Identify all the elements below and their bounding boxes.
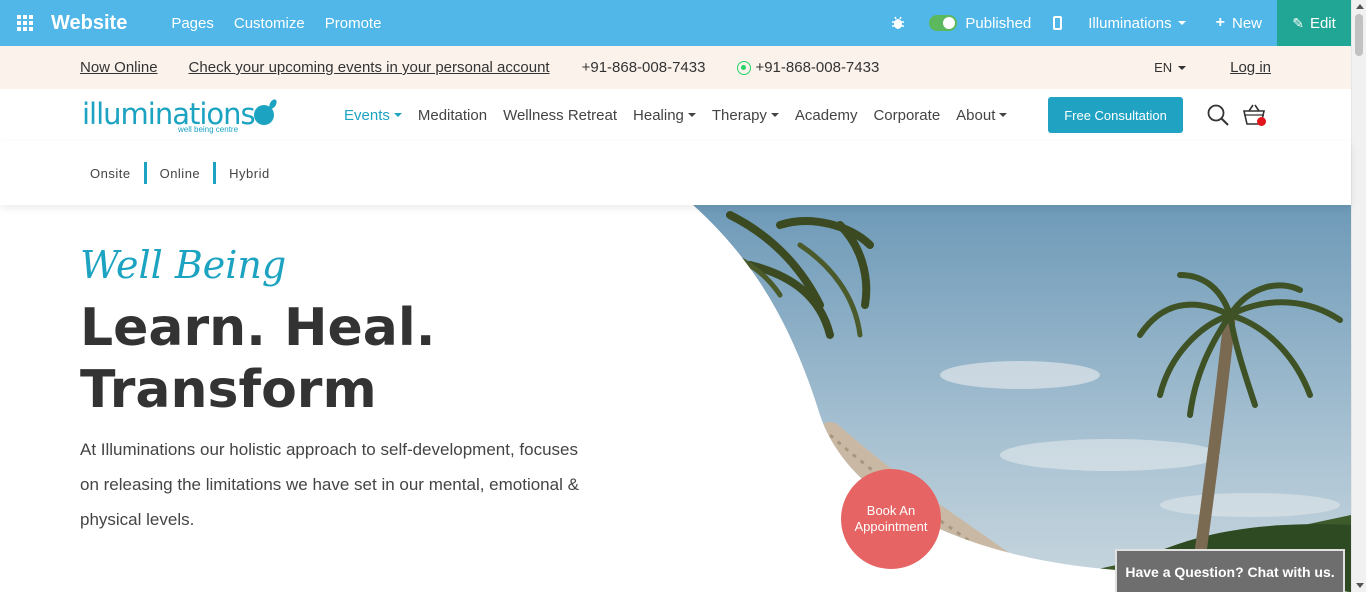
whatsapp-contact[interactable]: +91-868-008-7433 [737,59,879,76]
page-scrollbar[interactable] [1351,0,1366,592]
login-link[interactable]: Log in [1230,59,1271,76]
whatsapp-icon [737,60,752,75]
free-consultation-button[interactable]: Free Consultation [1048,97,1183,133]
chevron-down-icon [1177,21,1186,25]
edit-button[interactable]: ✎ Edit [1277,0,1351,46]
nav-item-label: Healing [633,106,684,124]
scroll-up-arrow-icon[interactable] [1356,4,1364,9]
phone-number[interactable]: +91-868-008-7433 [582,59,706,76]
main-navigation: illuminations well being centre Events M… [0,89,1351,141]
chevron-down-icon [1178,65,1187,70]
chevron-down-icon [393,113,402,117]
nav-item-label: About [956,106,996,124]
filter-hybrid[interactable]: Hybrid [216,166,283,181]
nav-item-label: Events [344,106,390,124]
now-online-link[interactable]: Now Online [80,59,158,76]
filter-online[interactable]: Online [147,166,214,181]
mobile-preview-icon[interactable] [1053,16,1063,30]
admin-bar: Website Pages Customize Promote Publishe… [0,0,1351,46]
admin-nav-promote[interactable]: Promote [325,15,382,32]
admin-nav-customize[interactable]: Customize [234,15,305,32]
published-toggle[interactable] [929,15,958,31]
hero-headline: Learn. Heal. Transform [80,297,435,421]
cart-badge [1257,117,1266,126]
search-icon[interactable] [1207,104,1229,126]
bug-icon[interactable] [891,16,905,30]
brand-logo[interactable]: illuminations well being centre [82,97,282,137]
edit-button-label: Edit [1309,14,1336,32]
nav-item-corporate[interactable]: Corporate [873,107,940,124]
info-bar: Now Online Check your upcoming events in… [0,46,1351,89]
new-button[interactable]: + New [1216,14,1262,32]
chevron-down-icon [687,113,696,117]
published-label: Published [965,14,1032,32]
nav-item-label: Therapy [711,106,767,124]
logo-drop-icon [254,105,274,125]
nav-item-events[interactable]: Events [344,107,402,124]
apps-grid-icon[interactable] [17,15,33,31]
filter-onsite[interactable]: Onsite [77,166,144,181]
book-appointment-button[interactable]: Book An Appointment [841,469,941,569]
site-selector[interactable]: Illuminations [1088,14,1186,32]
language-label: EN [1154,60,1173,75]
hero-headline-line1: Learn. Heal. [80,298,436,358]
site-selector-label: Illuminations [1088,14,1172,32]
chevron-down-icon [770,113,779,117]
nav-menu: Events Meditation Wellness Retreat Heali… [344,89,1023,141]
nav-item-about[interactable]: About [956,106,1008,124]
chevron-down-icon [999,113,1008,117]
scroll-thumb[interactable] [1355,14,1363,56]
event-type-filter-bar: Onsite Online Hybrid [0,141,1351,205]
nav-item-wellness-retreat[interactable]: Wellness Retreat [503,107,617,124]
nav-item-therapy[interactable]: Therapy [712,107,779,124]
hero-headline-line2: Transform [80,360,377,420]
live-chat-button[interactable]: Have a Question? Chat with us. [1115,549,1345,592]
upcoming-events-link[interactable]: Check your upcoming events in your perso… [189,59,550,76]
logo-subtitle: well being centre [178,125,239,134]
nav-item-academy[interactable]: Academy [795,107,858,124]
hero-description: At Illuminations our holistic approach t… [80,440,579,529]
admin-title[interactable]: Website [51,12,127,35]
whatsapp-number: +91-868-008-7433 [755,59,880,76]
nav-item-healing[interactable]: Healing [633,107,696,124]
new-button-label: New [1231,14,1262,32]
scroll-down-arrow-icon[interactable] [1356,583,1364,588]
plus-icon: + [1215,14,1225,31]
language-selector[interactable]: EN [1154,60,1187,75]
pencil-icon: ✎ [1292,14,1304,31]
hero-palm-image [693,205,1351,592]
admin-nav: Pages Customize Promote [171,15,401,32]
hero-tagline: Well Being [80,243,287,287]
admin-right: Published Illuminations + New ✎ Edit [891,0,1351,46]
admin-nav-pages[interactable]: Pages [171,15,214,32]
nav-item-meditation[interactable]: Meditation [418,107,487,124]
